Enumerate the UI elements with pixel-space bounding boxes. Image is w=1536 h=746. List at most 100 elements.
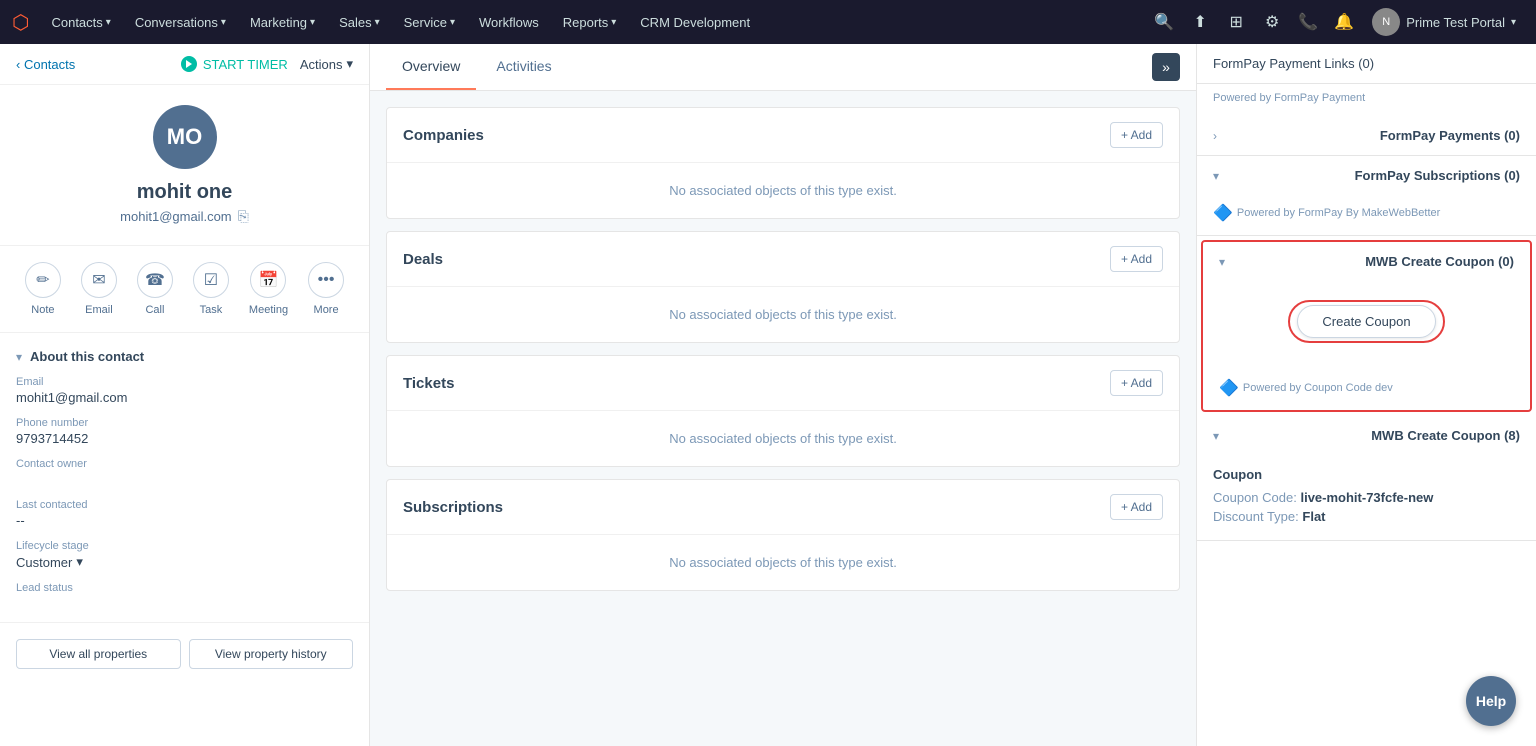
- contacts-breadcrumb[interactable]: ‹ Contacts: [16, 57, 75, 72]
- formpay-payments-header[interactable]: › FormPay Payments (0): [1197, 116, 1536, 155]
- deals-empty: No associated objects of this type exist…: [387, 287, 1179, 342]
- lead-status-field-group: Lead status: [16, 582, 353, 594]
- contact-email: mohit1@gmail.com: [120, 209, 231, 224]
- subscriptions-section: Subscriptions + Add No associated object…: [386, 479, 1180, 591]
- contacts-chevron: ▾: [106, 17, 111, 28]
- lifecycle-dropdown[interactable]: Customer ▾: [16, 554, 83, 570]
- mwb-logo-icon: 🔷: [1213, 203, 1233, 223]
- timer-play-icon: [186, 60, 192, 68]
- settings-icon[interactable]: ⚙: [1256, 6, 1288, 38]
- email-action[interactable]: ✉ Email: [81, 262, 117, 316]
- notifications-icon[interactable]: 🔔: [1328, 6, 1360, 38]
- subscriptions-header: Subscriptions + Add: [387, 480, 1179, 535]
- coupon-logo-icon: 🔷: [1219, 378, 1239, 398]
- more-action[interactable]: ••• More: [308, 262, 344, 316]
- tickets-add-button[interactable]: + Add: [1110, 370, 1163, 396]
- create-coupon-wrapper: Create Coupon: [1219, 297, 1514, 354]
- contact-name: mohit one: [137, 181, 233, 204]
- search-icon[interactable]: 🔍: [1148, 6, 1180, 38]
- mwb-coupon-content: Create Coupon: [1203, 281, 1530, 370]
- marketing-chevron: ▾: [310, 17, 315, 28]
- marketplace-icon[interactable]: ⊞: [1220, 6, 1252, 38]
- call-action[interactable]: ☎ Call: [137, 262, 173, 316]
- tickets-header: Tickets + Add: [387, 356, 1179, 411]
- meeting-action[interactable]: 📅 Meeting: [249, 262, 288, 316]
- call-icon: ☎: [137, 262, 173, 298]
- discount-type-row: Discount Type: Flat: [1213, 509, 1520, 524]
- contact-email-row: mohit1@gmail.com ⎘: [120, 208, 249, 225]
- subscriptions-empty: No associated objects of this type exist…: [387, 535, 1179, 590]
- subscriptions-add-button[interactable]: + Add: [1110, 494, 1163, 520]
- nav-workflows[interactable]: Workflows: [469, 9, 549, 36]
- coupon-code-row: Coupon Code: live-mohit-73fcfe-new: [1213, 490, 1520, 505]
- task-icon: ☑: [193, 262, 229, 298]
- note-icon: ✏: [25, 262, 61, 298]
- help-button[interactable]: Help: [1466, 676, 1516, 726]
- nav-marketing[interactable]: Marketing ▾: [240, 9, 325, 36]
- timer-icon: [181, 56, 197, 72]
- about-chevron: ▾: [16, 350, 22, 364]
- about-section-header[interactable]: ▾ About this contact: [16, 349, 353, 364]
- center-panel: Overview Activities » Companies + Add No…: [370, 44, 1196, 746]
- more-icon: •••: [308, 262, 344, 298]
- lifecycle-chevron: ▾: [76, 554, 83, 570]
- nav-conversations[interactable]: Conversations ▾: [125, 9, 236, 36]
- note-action[interactable]: ✏ Note: [25, 262, 61, 316]
- user-menu[interactable]: N Prime Test Portal ▾: [1364, 4, 1524, 40]
- meeting-icon: 📅: [250, 262, 286, 298]
- start-timer-button[interactable]: START TIMER: [181, 56, 288, 72]
- calls-icon[interactable]: 📞: [1292, 6, 1324, 38]
- upgrade-icon[interactable]: ⬆: [1184, 6, 1216, 38]
- user-menu-chevron: ▾: [1511, 17, 1516, 28]
- formpay-payments-section: › FormPay Payments (0): [1197, 116, 1536, 156]
- left-header: ‹ Contacts START TIMER Actions ▾: [0, 44, 369, 85]
- formpay-subscriptions-header[interactable]: ▾ FormPay Subscriptions (0): [1197, 156, 1536, 195]
- owner-field-group: Contact owner: [16, 458, 353, 487]
- nav-crm-dev[interactable]: CRM Development: [630, 9, 760, 36]
- top-navigation: ⬡ Contacts ▾ Conversations ▾ Marketing ▾…: [0, 0, 1536, 44]
- action-icons-bar: ✏ Note ✉ Email ☎ Call ☑ Task 📅 Meeting •…: [0, 246, 369, 333]
- task-action[interactable]: ☑ Task: [193, 262, 229, 316]
- actions-button[interactable]: Actions ▾: [300, 56, 353, 72]
- deals-add-button[interactable]: + Add: [1110, 246, 1163, 272]
- deals-section: Deals + Add No associated objects of thi…: [386, 231, 1180, 343]
- left-panel: ‹ Contacts START TIMER Actions ▾ MO moh: [0, 44, 370, 746]
- user-avatar: N: [1372, 8, 1400, 36]
- tickets-empty: No associated objects of this type exist…: [387, 411, 1179, 466]
- nav-reports[interactable]: Reports ▾: [553, 9, 627, 36]
- nav-sales[interactable]: Sales ▾: [329, 9, 390, 36]
- hubspot-logo[interactable]: ⬡: [12, 10, 29, 35]
- mwb-create-coupon-section: ▾ MWB Create Coupon (0) Create Coupon 🔷 …: [1201, 240, 1532, 412]
- last-contacted-field-group: Last contacted --: [16, 499, 353, 528]
- mwb-create-coupon-header[interactable]: ▾ MWB Create Coupon (0): [1203, 242, 1530, 281]
- tab-activities[interactable]: Activities: [480, 44, 567, 90]
- formpay-subscriptions-section: ▾ FormPay Subscriptions (0) 🔷 Powered by…: [1197, 156, 1536, 236]
- companies-empty: No associated objects of this type exist…: [387, 163, 1179, 218]
- companies-add-button[interactable]: + Add: [1110, 122, 1163, 148]
- deals-header: Deals + Add: [387, 232, 1179, 287]
- mwb-create-coupon-8-header[interactable]: ▾ MWB Create Coupon (8): [1197, 416, 1536, 455]
- expand-tabs-button[interactable]: »: [1152, 53, 1180, 81]
- service-chevron: ▾: [450, 17, 455, 28]
- formpay-subscriptions-powered: 🔷 Powered by FormPay By MakeWebBetter: [1197, 195, 1536, 235]
- contact-avatar: MO: [153, 105, 217, 169]
- mwb-create-coupon-8-section: ▾ MWB Create Coupon (8) Coupon Coupon Co…: [1197, 416, 1536, 541]
- formpay-payment-powered: Powered by FormPay Payment: [1197, 84, 1536, 116]
- formpay-links-item[interactable]: FormPay Payment Links (0): [1197, 44, 1536, 84]
- formpay-payments-expand-icon: ›: [1213, 129, 1217, 143]
- coupon-8-content: Coupon Coupon Code: live-mohit-73fcfe-ne…: [1197, 455, 1536, 540]
- view-property-history-button[interactable]: View property history: [189, 639, 354, 669]
- tab-overview[interactable]: Overview: [386, 44, 476, 90]
- view-all-properties-button[interactable]: View all properties: [16, 639, 181, 669]
- sales-chevron: ▾: [375, 17, 380, 28]
- reports-chevron: ▾: [611, 17, 616, 28]
- copy-email-icon[interactable]: ⎘: [238, 208, 249, 225]
- create-coupon-button[interactable]: Create Coupon: [1297, 305, 1435, 338]
- about-contact-section: ▾ About this contact Email mohit1@gmail.…: [0, 333, 369, 623]
- nav-service[interactable]: Service ▾: [394, 9, 465, 36]
- nav-contacts[interactable]: Contacts ▾: [41, 9, 120, 36]
- email-field-group: Email mohit1@gmail.com: [16, 376, 353, 405]
- coupon-code-powered: 🔷 Powered by Coupon Code dev: [1203, 370, 1530, 410]
- mwb-coupon-collapse-icon: ▾: [1219, 255, 1225, 269]
- phone-field-group: Phone number 9793714452: [16, 417, 353, 446]
